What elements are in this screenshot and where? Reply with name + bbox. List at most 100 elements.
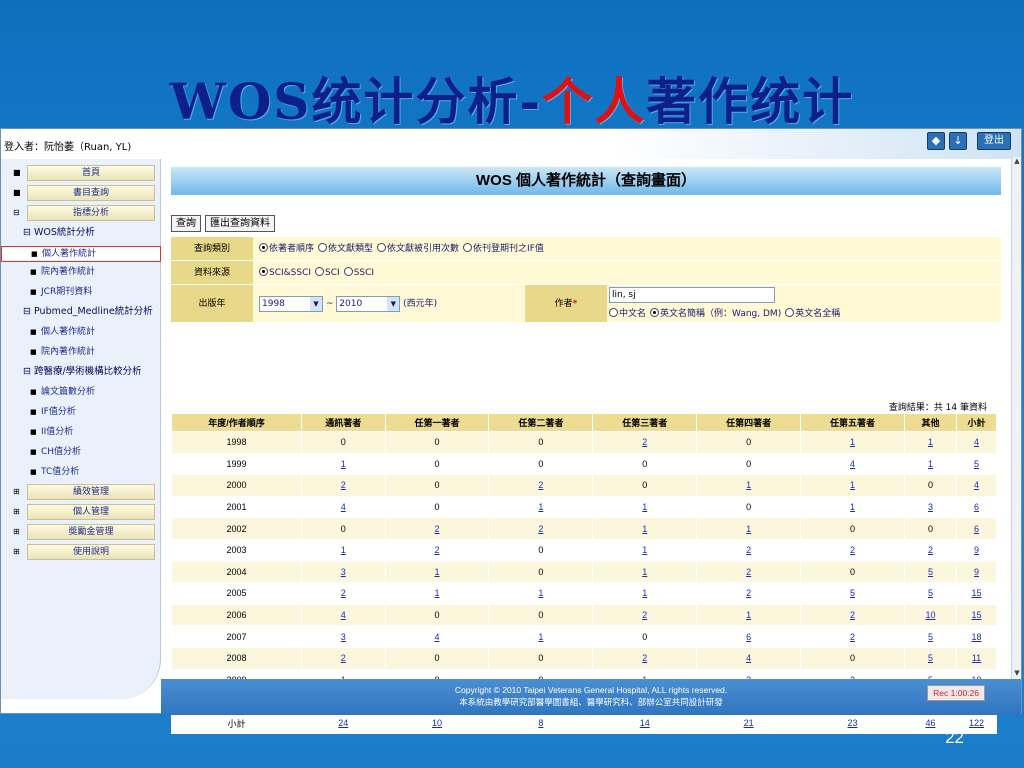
sidebar-group[interactable]: ⊟ Pubmed_Medline統計分析: [1, 302, 161, 322]
count-link[interactable]: 2: [904, 538, 957, 562]
count-link[interactable]: 4: [384, 625, 490, 648]
count-link[interactable]: 2: [488, 517, 594, 540]
count-link[interactable]: 1: [384, 582, 490, 605]
year-to-select[interactable]: 2010 ▼: [336, 295, 401, 312]
sidebar-item[interactable]: ⊞ 個人管理: [1, 502, 161, 522]
sidebar-subitem[interactable]: ■ 個人著作統計: [1, 322, 161, 342]
sidebar-item[interactable]: ⊞ 使用說明: [1, 542, 161, 562]
count-link[interactable]: 4: [696, 646, 802, 670]
count-link[interactable]: 1: [301, 452, 386, 476]
count-link[interactable]: 1: [696, 603, 802, 627]
count-link[interactable]: 1: [301, 538, 386, 562]
category-radio[interactable]: 依文獻類型: [318, 243, 373, 254]
category-radio[interactable]: 依文獻被引用次數: [377, 243, 459, 254]
count-link[interactable]: 2: [301, 646, 386, 670]
count-link[interactable]: 1: [696, 474, 802, 497]
count-link[interactable]: 4: [956, 474, 997, 497]
count-link[interactable]: 2: [696, 538, 802, 562]
count-link[interactable]: 2: [488, 474, 594, 497]
source-radio[interactable]: SCI: [315, 267, 340, 278]
source-radio[interactable]: SSCI: [343, 267, 374, 278]
count-link[interactable]: 5: [904, 560, 957, 584]
sidebar-subitem[interactable]: ■ II值分析: [1, 422, 161, 442]
count-link[interactable]: 2: [696, 582, 802, 605]
sidebar-subitem[interactable]: ■ 論文篇數分析: [1, 382, 161, 402]
sidebar-item[interactable]: ⊞ 獎勵金管理: [1, 522, 161, 542]
count-link[interactable]: 5: [800, 582, 905, 605]
logout-button[interactable]: 登出: [977, 132, 1011, 150]
source-radio[interactable]: SCI&SSCI: [259, 267, 311, 278]
sidebar-subitem[interactable]: ■ 院內著作統計: [1, 262, 161, 282]
count-link[interactable]: 2: [800, 603, 905, 627]
count-link[interactable]: 5: [904, 646, 957, 670]
count-link[interactable]: 5: [956, 452, 997, 476]
count-link[interactable]: 1: [696, 517, 802, 540]
count-link[interactable]: 10: [904, 603, 957, 627]
sidebar-subitem[interactable]: ■ IF值分析: [1, 402, 161, 422]
count-link[interactable]: 6: [696, 625, 802, 648]
scrollbar[interactable]: ▲ ▼: [1011, 157, 1021, 679]
count-link[interactable]: 4: [301, 603, 386, 627]
sidebar-subitem[interactable]: ■ CH值分析: [1, 442, 161, 462]
count-link[interactable]: 1: [488, 495, 594, 519]
count-link[interactable]: 3: [301, 625, 386, 648]
count-link[interactable]: 9: [956, 560, 997, 584]
count-link[interactable]: 21: [696, 711, 802, 735]
count-link[interactable]: 6: [956, 495, 997, 519]
count-link[interactable]: 1: [592, 582, 698, 605]
count-link[interactable]: 1: [488, 625, 594, 648]
author-input[interactable]: lin, sj: [609, 287, 775, 303]
count-link[interactable]: 4: [956, 431, 997, 454]
sidebar-group[interactable]: ⊟ WOS統計分析: [1, 223, 161, 243]
count-link[interactable]: 18: [956, 625, 997, 648]
sidebar-subitem[interactable]: ■ JCR期刊資料: [1, 282, 161, 302]
count-link[interactable]: 1: [904, 431, 957, 454]
down-arrow-icon[interactable]: ↓: [949, 132, 967, 150]
sidebar-subitem[interactable]: ■ TC值分析: [1, 462, 161, 482]
count-link[interactable]: 1: [800, 495, 905, 519]
count-link[interactable]: 24: [301, 711, 386, 735]
count-link[interactable]: 2: [301, 474, 386, 497]
count-link[interactable]: 2: [301, 582, 386, 605]
count-link[interactable]: 3: [301, 560, 386, 584]
export-button[interactable]: 匯出查詢資料: [205, 215, 275, 232]
count-link[interactable]: 2: [592, 646, 698, 670]
count-link[interactable]: 2: [800, 625, 905, 648]
count-link[interactable]: 4: [301, 495, 386, 519]
count-link[interactable]: 9: [956, 538, 997, 562]
count-link[interactable]: 14: [592, 711, 698, 735]
back-arrow-icon[interactable]: ◆: [927, 132, 945, 150]
count-link[interactable]: 15: [956, 582, 997, 605]
count-link[interactable]: 1: [488, 582, 594, 605]
sidebar-item[interactable]: ⊞ 績效管理: [1, 482, 161, 502]
count-link[interactable]: 23: [800, 711, 905, 735]
count-link[interactable]: 1: [592, 495, 698, 519]
count-link[interactable]: 3: [904, 495, 957, 519]
count-link[interactable]: 1: [904, 452, 957, 476]
year-from-select[interactable]: 1998 ▼: [259, 295, 323, 312]
count-link[interactable]: 15: [956, 603, 997, 627]
sidebar-subitem-selected[interactable]: ■ 個人著作統計: [1, 245, 161, 262]
count-link[interactable]: 2: [696, 560, 802, 584]
scroll-down-icon[interactable]: ▼: [1012, 669, 1022, 679]
count-link[interactable]: 1: [800, 431, 905, 454]
sidebar-subitem[interactable]: ■ 院內著作統計: [1, 342, 161, 362]
category-radio[interactable]: 依刊登期刊之IF值: [463, 243, 544, 254]
category-radio[interactable]: 依著者順序: [259, 243, 314, 254]
count-link[interactable]: 2: [592, 603, 698, 627]
count-link[interactable]: 1: [592, 560, 698, 584]
count-link[interactable]: 6: [956, 517, 997, 540]
name-format-radio[interactable]: 英文名簡稱（例：Wang, DM): [650, 308, 781, 319]
count-link[interactable]: 1: [592, 517, 698, 540]
count-link[interactable]: 5: [904, 582, 957, 605]
count-link[interactable]: 1: [592, 538, 698, 562]
name-format-radio[interactable]: 英文名全稱: [785, 308, 840, 319]
sidebar-item[interactable]: ■ 書目查詢: [1, 183, 161, 203]
count-link[interactable]: 5: [904, 625, 957, 648]
scroll-up-icon[interactable]: ▲: [1012, 157, 1022, 167]
count-link[interactable]: 1: [800, 474, 905, 497]
count-link[interactable]: 2: [384, 517, 490, 540]
count-link[interactable]: 10: [384, 711, 490, 735]
sidebar-group[interactable]: ⊟ 跨醫療/學術機構比較分析: [1, 362, 161, 382]
count-link[interactable]: 4: [800, 452, 905, 476]
